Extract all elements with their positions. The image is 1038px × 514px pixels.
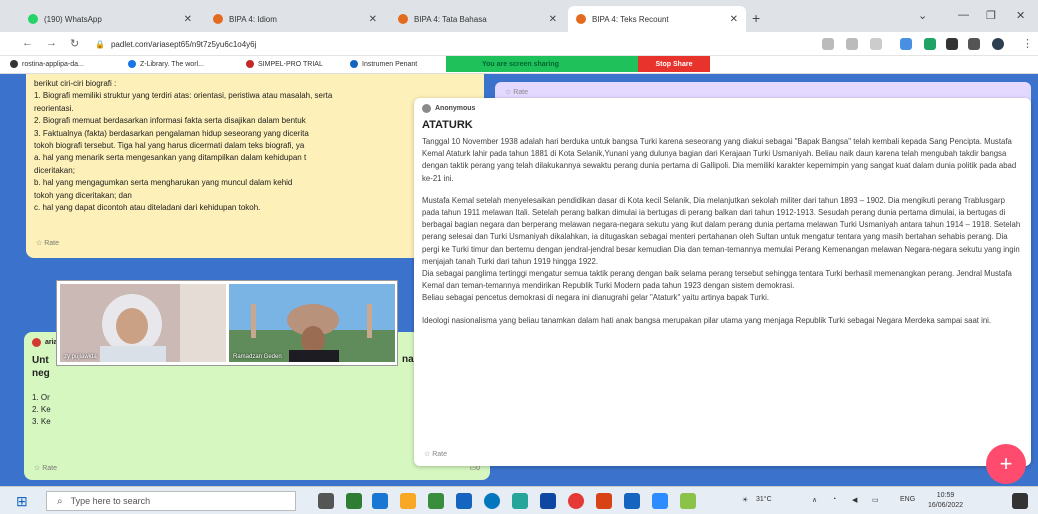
taskbar: ⊞ ⌕ Type here to search ☀ 31°C ∧ ◔ ◀ ▭ E… bbox=[0, 486, 1038, 514]
bookmark-icon bbox=[246, 60, 254, 68]
minimize-icon[interactable]: — bbox=[958, 9, 969, 21]
powerpoint-icon[interactable] bbox=[596, 493, 612, 509]
browser-tab-bar: (190) WhatsApp ✕ BIPA 4: Idiom ✕ BIPA 4:… bbox=[0, 0, 1038, 32]
chevron-up-icon[interactable]: ∧ bbox=[812, 496, 817, 504]
app-icon[interactable] bbox=[680, 493, 696, 509]
forward-icon[interactable]: → bbox=[46, 37, 57, 49]
bookmark-item[interactable]: SIMPEL-PRO TRIAL bbox=[246, 60, 323, 68]
avatar bbox=[422, 104, 431, 113]
word-icon[interactable] bbox=[624, 493, 640, 509]
network-icon[interactable]: ◔ bbox=[832, 496, 836, 503]
avatar[interactable] bbox=[992, 38, 1004, 50]
tab-whatsapp[interactable]: (190) WhatsApp ✕ bbox=[20, 6, 200, 32]
close-window-icon[interactable]: ✕ bbox=[1016, 9, 1025, 22]
white-post-card[interactable]: Anonymous ATATURK Tanggal 10 November 19… bbox=[414, 98, 1031, 466]
file-explorer-icon[interactable] bbox=[400, 493, 416, 509]
google-lens-icon[interactable] bbox=[822, 38, 834, 50]
padlet-icon bbox=[576, 14, 586, 24]
tab-idiom[interactable]: BIPA 4: Idiom ✕ bbox=[205, 6, 385, 32]
bookmark-icon bbox=[10, 60, 18, 68]
task-view-icon[interactable] bbox=[318, 493, 334, 509]
maximize-icon[interactable]: ❐ bbox=[986, 9, 996, 22]
address-bar: ← → ↻ 🔒 padlet.com/ariasept65/n9t7z5yu6c… bbox=[0, 32, 1038, 56]
rate-button[interactable]: ☆ Rate bbox=[36, 238, 59, 250]
extension-icon[interactable] bbox=[900, 38, 912, 50]
close-icon[interactable]: ✕ bbox=[369, 14, 377, 25]
close-icon[interactable]: ✕ bbox=[184, 14, 192, 25]
post-title: Unt neg bbox=[32, 355, 50, 379]
windows-start-icon[interactable]: ⊞ bbox=[16, 493, 28, 510]
language-indicator[interactable]: ENG bbox=[900, 496, 915, 503]
lock-icon: 🔒 bbox=[95, 39, 105, 49]
padlet-icon bbox=[398, 14, 408, 24]
whatsapp-icon bbox=[28, 14, 38, 24]
app-icon[interactable] bbox=[372, 493, 388, 509]
participant-video: Ramadzan Geden bbox=[229, 284, 395, 362]
padlet-icon bbox=[213, 14, 223, 24]
post-paragraph: Mustafa Kemal setelah menyelesaikan pend… bbox=[422, 195, 1023, 266]
participant-photo bbox=[60, 284, 226, 362]
search-icon: ⌕ bbox=[57, 495, 63, 507]
post-paragraph: Ideologi nasionalisma yang beliau tanamk… bbox=[422, 315, 992, 325]
app-icon[interactable] bbox=[428, 493, 444, 509]
tab-tata-bahasa[interactable]: BIPA 4: Tata Bahasa ✕ bbox=[390, 6, 565, 32]
rate-button[interactable]: ☆ Rate bbox=[505, 88, 528, 96]
bookmark-item[interactable]: Z-Library. The worl... bbox=[128, 60, 204, 68]
chrome-icon[interactable] bbox=[568, 493, 584, 509]
post-paragraph: Tanggal 10 November 1938 adalah hari ber… bbox=[422, 137, 1019, 183]
bookmark-icon bbox=[128, 60, 136, 68]
weather-icon[interactable]: ☀ bbox=[742, 496, 748, 504]
chevron-down-icon[interactable]: ⌄ bbox=[918, 9, 927, 22]
tab-teks-recount[interactable]: BIPA 4: Teks Recount ✕ bbox=[568, 6, 746, 32]
taskbar-search[interactable]: ⌕ Type here to search bbox=[46, 491, 296, 511]
volume-icon[interactable]: ◀ bbox=[852, 496, 857, 504]
puzzle-icon[interactable] bbox=[968, 38, 980, 50]
bookmark-item[interactable]: Instrumen Penant bbox=[350, 60, 417, 68]
share-icon[interactable] bbox=[846, 38, 858, 50]
screen-sharing-banner: You are screen sharing Stop Share bbox=[446, 56, 710, 72]
rate-button[interactable]: ☆ Rate bbox=[424, 450, 447, 458]
app-icon[interactable] bbox=[512, 493, 528, 509]
post-author: Anonymous bbox=[422, 104, 1023, 113]
participant-photo bbox=[229, 284, 395, 362]
video-call-overlay[interactable]: zy pujiawida Ramadzan Geden bbox=[56, 280, 398, 366]
back-icon[interactable]: ← bbox=[22, 37, 33, 49]
url-field[interactable]: 🔒 padlet.com/ariasept65/n9t7z5yu6c1o4y6j bbox=[95, 36, 815, 52]
battery-icon[interactable]: ▭ bbox=[872, 496, 879, 504]
add-post-button[interactable]: + bbox=[986, 444, 1026, 484]
zoom-icon[interactable] bbox=[652, 493, 668, 509]
app-icon[interactable] bbox=[540, 493, 556, 509]
rate-button[interactable]: ☆ Rate bbox=[34, 464, 57, 472]
star-icon[interactable] bbox=[870, 38, 882, 50]
bookmark-item[interactable]: rostina-applipa-da... bbox=[10, 60, 84, 68]
avatar bbox=[32, 338, 41, 347]
bookmark-icon bbox=[350, 60, 358, 68]
post-paragraph: Beliau sebagai pencetus demokrasi di neg… bbox=[422, 293, 770, 303]
reload-icon[interactable]: ↻ bbox=[70, 37, 79, 50]
stop-share-button[interactable]: Stop Share bbox=[638, 56, 710, 72]
extension-icon[interactable] bbox=[924, 38, 936, 50]
edge-icon[interactable] bbox=[484, 493, 500, 509]
mail-icon[interactable] bbox=[456, 493, 472, 509]
extension-icon[interactable] bbox=[946, 38, 958, 50]
new-tab-button[interactable]: + bbox=[752, 10, 760, 26]
app-icon[interactable] bbox=[346, 493, 362, 509]
post-title: ATATURK bbox=[422, 119, 473, 131]
notification-icon[interactable] bbox=[1012, 493, 1028, 509]
menu-icon[interactable]: ⋮ bbox=[1022, 37, 1033, 50]
close-icon[interactable]: ✕ bbox=[549, 14, 557, 25]
post-list: 1. Or 2. Ke 3. Ke bbox=[32, 393, 51, 426]
clock[interactable]: 10:59 16/06/2022 bbox=[928, 491, 963, 511]
close-icon[interactable]: ✕ bbox=[730, 14, 738, 25]
post-paragraph: Dia sebagai panglima tertinggi mengatur … bbox=[422, 269, 1015, 291]
participant-video: zy pujiawida bbox=[60, 284, 226, 362]
weather-status[interactable]: 31°C bbox=[756, 496, 772, 503]
